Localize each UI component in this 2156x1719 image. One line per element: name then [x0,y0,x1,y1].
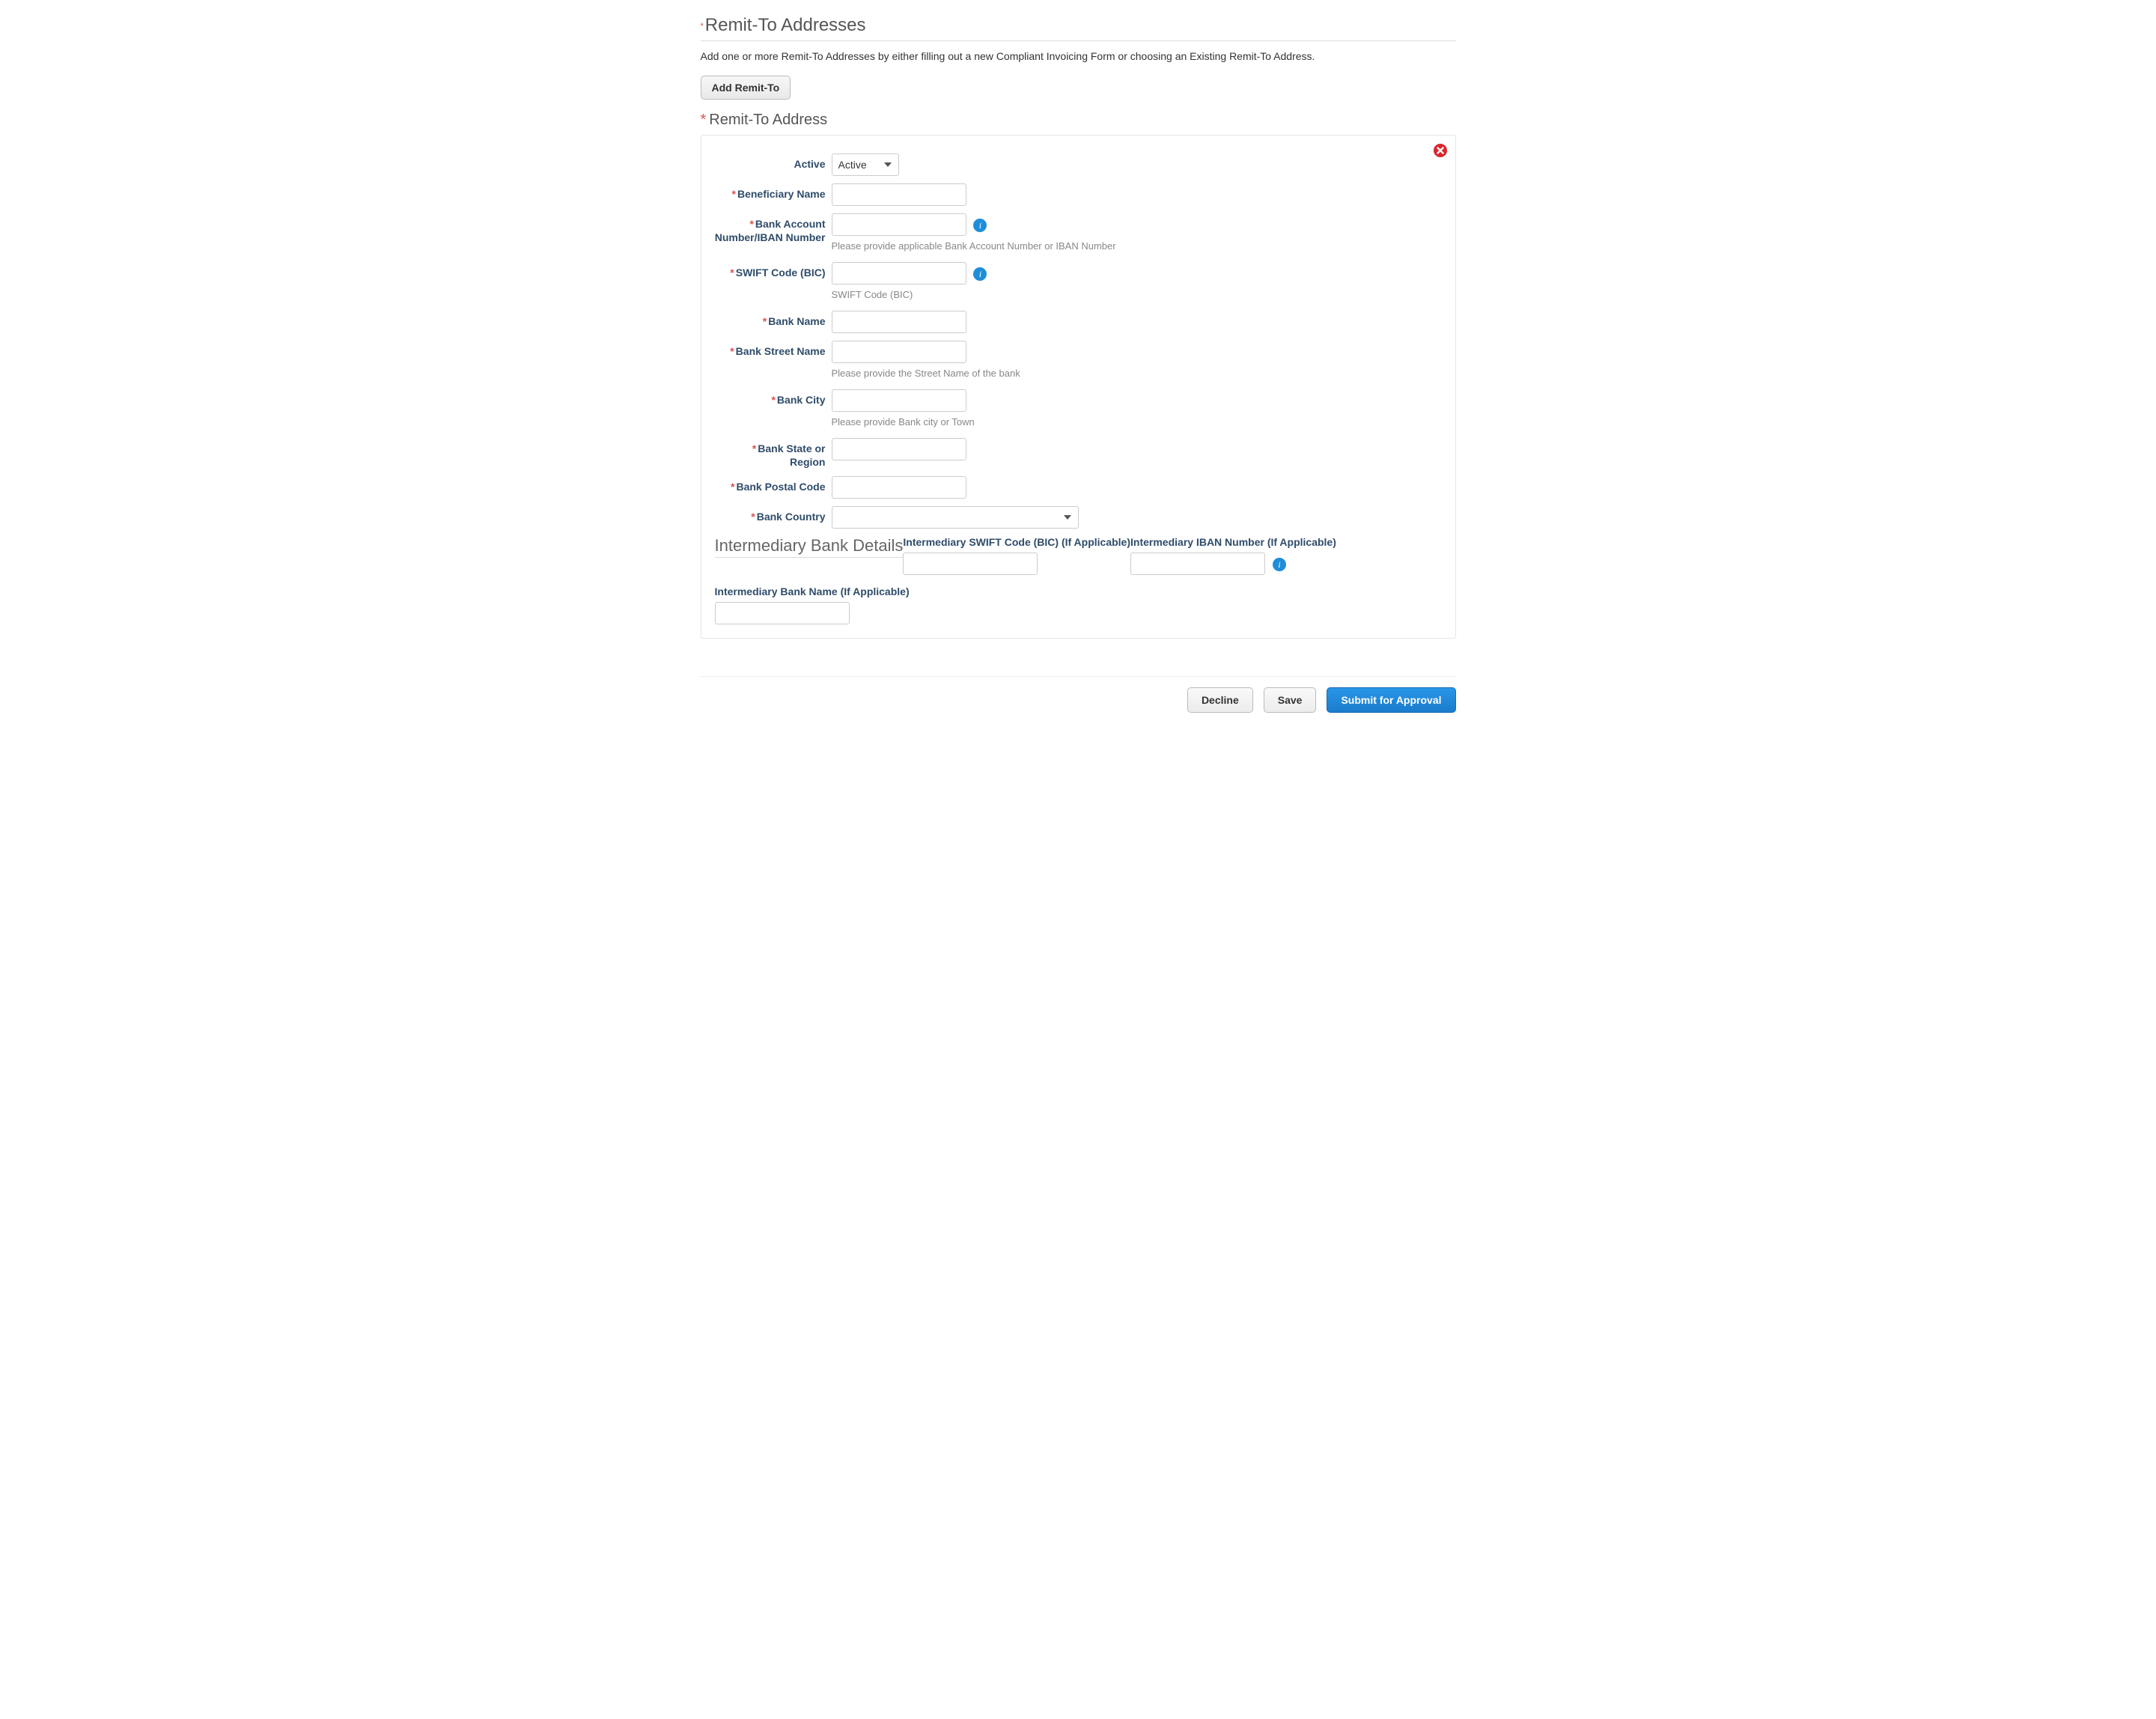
label-bank-state-text: Bank State or Region [758,442,825,468]
label-bank-city: *Bank City [715,389,832,407]
required-asterisk-icon: * [730,267,734,279]
intermediary-swift-field: Intermediary SWIFT Code (BIC) (If Applic… [903,536,1130,575]
intermediary-bank-name-input[interactable] [715,602,850,624]
active-select[interactable]: Active [832,153,899,176]
bank-account-input[interactable] [832,213,966,236]
info-icon[interactable]: i [973,267,987,281]
section-intro: Add one or more Remit-To Addresses by ei… [701,50,1456,62]
bank-postal-input[interactable] [832,476,966,499]
info-icon[interactable]: i [973,219,987,232]
field-row-bank-account: *Bank Account Number/IBAN Number i Pleas… [715,213,1442,252]
label-bank-street-text: Bank Street Name [736,345,826,357]
intermediary-swift-input[interactable] [903,553,1038,575]
info-icon[interactable]: i [1273,558,1286,571]
label-beneficiary-text: Beneficiary Name [737,188,826,200]
required-asterisk-icon: * [771,394,775,406]
label-bank-country-text: Bank Country [757,511,826,523]
label-bank-state: *Bank State or Region [715,438,832,469]
required-asterisk-icon: * [732,188,736,200]
active-select-wrapper: Active [832,153,899,176]
label-bank-city-text: Bank City [777,394,826,406]
field-body [832,476,1442,499]
swift-input[interactable] [832,262,966,285]
bank-street-input[interactable] [832,341,966,363]
field-row-bank-street: *Bank Street Name Please provide the Str… [715,341,1442,379]
required-asterisk-icon: * [701,22,704,31]
beneficiary-name-input[interactable] [832,183,966,206]
required-asterisk-icon: * [730,345,734,357]
hint-bank-city: Please provide Bank city or Town [832,416,1442,428]
label-beneficiary: *Beneficiary Name [715,183,832,201]
intermediary-bank-name-field: Intermediary Bank Name (If Applicable) [715,585,910,624]
label-bank-account-text: Bank Account Number/IBAN Number [715,218,826,243]
label-intermediary-swift: Intermediary SWIFT Code (BIC) (If Applic… [903,536,1130,548]
field-row-active: Active Active [715,153,1442,176]
remit-to-form-panel: Active Active *Beneficiary Name *Bank Ac… [701,135,1456,639]
field-row-beneficiary: *Beneficiary Name [715,183,1442,206]
field-row-bank-name: *Bank Name [715,311,1442,333]
intermediary-row-top: Intermediary Bank Details Intermediary S… [715,536,1442,575]
submit-for-approval-button[interactable]: Submit for Approval [1327,687,1455,713]
field-row-bank-country: *Bank Country [715,506,1442,529]
required-asterisk-icon: * [751,511,755,523]
intermediary-iban-input[interactable] [1130,553,1265,575]
required-asterisk-icon: * [752,442,756,454]
hint-bank-street: Please provide the Street Name of the ba… [832,368,1442,379]
field-body [832,183,1442,206]
label-bank-postal: *Bank Postal Code [715,476,832,494]
field-body: Active [832,153,1442,176]
hint-swift: SWIFT Code (BIC) [832,289,1442,300]
field-row-bank-state: *Bank State or Region [715,438,1442,469]
add-remit-to-button[interactable]: Add Remit-To [701,76,791,100]
close-panel-button[interactable] [1433,143,1448,158]
required-asterisk-icon: * [701,112,707,128]
page-container: *Remit-To Addresses Add one or more Remi… [618,0,1538,735]
label-bank-street: *Bank Street Name [715,341,832,359]
save-button[interactable]: Save [1264,687,1317,713]
field-body [832,311,1442,333]
required-asterisk-icon: * [731,481,734,493]
field-body: Please provide the Street Name of the ba… [832,341,1442,379]
intermediary-iban-field: Intermediary IBAN Number (If Applicable)… [1130,536,1336,575]
hint-bank-account: Please provide applicable Bank Account N… [832,240,1442,252]
remit-to-address-heading-text: Remit-To Address [709,112,827,128]
label-bank-country: *Bank Country [715,506,832,524]
remit-to-address-heading: *Remit-To Address [701,112,1456,129]
field-body [832,438,1442,460]
label-intermediary-iban: Intermediary IBAN Number (If Applicable) [1130,536,1336,548]
field-row-bank-postal: *Bank Postal Code [715,476,1442,499]
label-active: Active [715,153,832,171]
label-bank-name-text: Bank Name [768,315,825,327]
label-bank-account: *Bank Account Number/IBAN Number [715,213,832,244]
bank-city-input[interactable] [832,389,966,412]
label-intermediary-bank-name: Intermediary Bank Name (If Applicable) [715,585,910,597]
close-icon [1433,143,1448,158]
bank-state-input[interactable] [832,438,966,460]
label-swift-text: SWIFT Code (BIC) [736,267,826,279]
required-asterisk-icon: * [763,315,767,327]
field-body: i SWIFT Code (BIC) [832,262,1442,300]
bank-country-select[interactable] [832,506,1079,529]
field-body: Please provide Bank city or Town [832,389,1442,428]
bank-country-select-wrapper [832,506,1079,529]
label-bank-postal-text: Bank Postal Code [736,481,825,493]
field-row-swift: *SWIFT Code (BIC) i SWIFT Code (BIC) [715,262,1442,300]
bottom-actions: Decline Save Submit for Approval [701,676,1456,713]
decline-button[interactable]: Decline [1187,687,1253,713]
field-body [832,506,1442,529]
field-body: i Please provide applicable Bank Account… [832,213,1442,252]
intermediary-title: Intermediary Bank Details [715,536,904,558]
label-swift: *SWIFT Code (BIC) [715,262,832,280]
field-row-bank-city: *Bank City Please provide Bank city or T… [715,389,1442,428]
label-bank-name: *Bank Name [715,311,832,329]
section-title: *Remit-To Addresses [701,15,1456,41]
bank-name-input[interactable] [832,311,966,333]
required-asterisk-icon: * [749,218,753,230]
section-title-text: Remit-To Addresses [705,15,866,35]
